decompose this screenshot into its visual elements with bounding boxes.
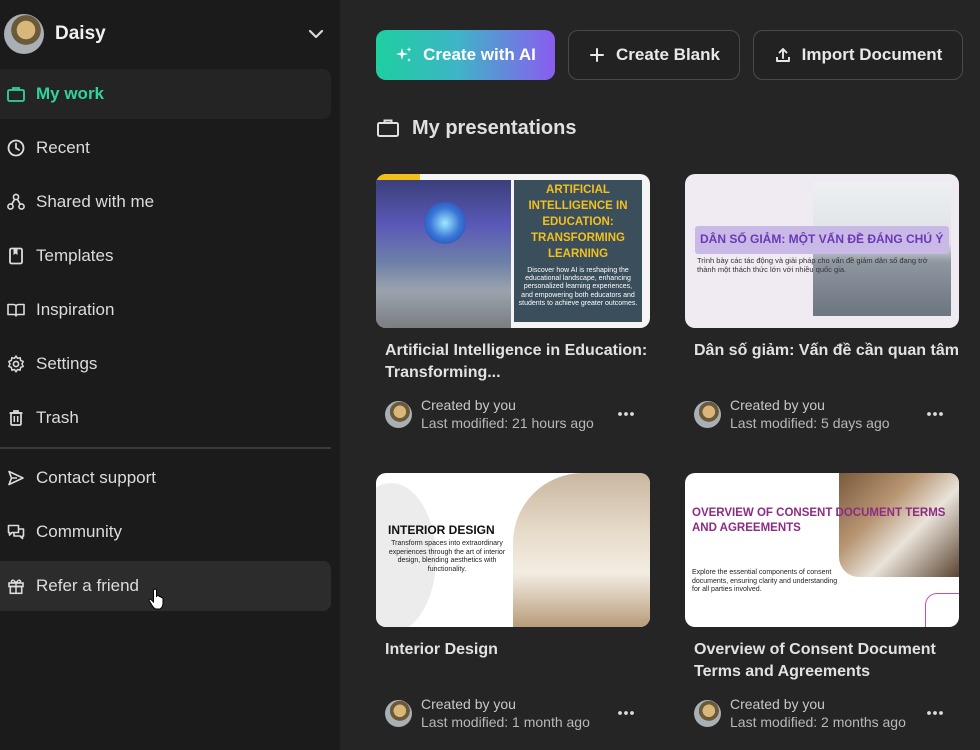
trash-icon — [9, 410, 23, 426]
last-modified: Last modified: 21 hours ago — [421, 415, 594, 431]
thumbnail-title: ARTIFICIAL INTELLIGENCE IN EDUCATION: TR… — [528, 184, 628, 260]
thumbnail-panel: ARTIFICIAL INTELLIGENCE IN EDUCATION: TR… — [514, 180, 642, 322]
sidebar-item-community[interactable]: Community — [0, 507, 331, 557]
avatar — [4, 14, 44, 54]
sidebar-item-contact-support[interactable]: Contact support — [0, 453, 331, 503]
clock-icon — [7, 139, 25, 157]
sidebar-item-templates[interactable]: Templates — [0, 231, 331, 281]
plus-icon — [590, 48, 605, 62]
gear-icon — [8, 355, 24, 373]
sidebar-item-label: Templates — [36, 246, 114, 265]
more-options-icon[interactable] — [615, 702, 637, 724]
presentation-title[interactable]: Dân số giảm: Vấn đề cần quan tâm — [685, 340, 959, 384]
sidebar-item-inspiration[interactable]: Inspiration — [0, 285, 331, 335]
user-name: Daisy — [55, 23, 106, 44]
sidebar-item-label: Inspiration — [36, 300, 115, 319]
presentation-card[interactable]: INTERIOR DESIGN Transform spaces into ex… — [376, 473, 650, 735]
user-menu[interactable]: Daisy — [4, 14, 330, 54]
presentation-title[interactable]: Artificial Intelligence in Education: Tr… — [376, 340, 650, 384]
import-document-button[interactable]: Import Document — [753, 30, 963, 80]
share-nodes-icon — [7, 193, 25, 210]
sidebar-item-label: Trash — [36, 408, 79, 427]
sidebar-item-shared[interactable]: Shared with me — [0, 177, 331, 227]
presentation-title[interactable]: Interior Design — [376, 639, 650, 683]
presentation-title[interactable]: Overview of Consent Document Terms and A… — [685, 639, 959, 683]
meta-text: Created by you Last modified: 2 months a… — [730, 695, 924, 731]
sidebar-item-label: Contact support — [36, 468, 157, 487]
create-with-ai-button[interactable]: Create with AI — [376, 30, 555, 80]
presentation-thumbnail[interactable]: OVERVIEW OF CONSENT DOCUMENT TERMS AND A… — [685, 473, 959, 627]
sidebar-item-label: Shared with me — [36, 192, 155, 211]
last-modified: Last modified: 1 month ago — [421, 714, 590, 730]
more-options-icon[interactable] — [615, 403, 637, 425]
avatar — [694, 400, 721, 428]
thumbnail-body: Trình bày các tác động và giải pháp cho … — [697, 256, 928, 274]
sidebar-item-label: Community — [36, 522, 122, 541]
briefcase-icon — [377, 119, 399, 137]
thumbnail-title: OVERVIEW OF CONSENT DOCUMENT TERMS AND A… — [692, 507, 946, 534]
created-by: Created by you — [730, 696, 825, 712]
meta-text: Created by you Last modified: 1 month ag… — [421, 695, 615, 731]
sidebar-item-label: Settings — [36, 354, 98, 373]
presentation-thumbnail[interactable]: INTERIOR DESIGN Transform spaces into ex… — [376, 473, 650, 627]
section-title-label: My presentations — [412, 116, 577, 139]
thumbnail-body: Explore the essential components of cons… — [692, 569, 838, 594]
presentation-thumbnail[interactable]: DÂN SỐ GIẢM: MỘT VẤN ĐỀ ĐÁNG CHÚ Ý Trình… — [685, 174, 959, 328]
briefcase-icon — [7, 87, 25, 102]
more-options-icon[interactable] — [924, 403, 946, 425]
avatar — [385, 400, 412, 428]
sidebar-item-trash[interactable]: Trash — [0, 393, 331, 443]
meta-text: Created by you Last modified: 5 days ago — [730, 396, 924, 432]
create-blank-label: Create Blank — [616, 45, 720, 64]
meta-text: Created by you Last modified: 21 hours a… — [421, 396, 615, 432]
presentation-thumbnail[interactable]: ARTIFICIAL INTELLIGENCE IN EDUCATION: TR… — [376, 174, 650, 328]
presentation-meta: Created by you Last modified: 5 days ago — [694, 394, 954, 434]
bookmark-icon — [9, 247, 23, 265]
thumbnail-body: Transform spaces into extraordinary expe… — [388, 540, 506, 573]
create-blank-button[interactable]: Create Blank — [568, 30, 740, 80]
created-by: Created by you — [421, 696, 516, 712]
sidebar-item-label: Recent — [36, 138, 90, 157]
gift-icon — [8, 579, 24, 595]
sidebar-divider — [0, 447, 331, 449]
sparkle-icon — [396, 47, 412, 62]
hand-pointer-icon — [148, 588, 164, 610]
sidebar-item-settings[interactable]: Settings — [0, 339, 331, 389]
presentation-meta: Created by you Last modified: 1 month ag… — [385, 693, 645, 733]
last-modified: Last modified: 2 months ago — [730, 714, 906, 730]
sidebar-item-recent[interactable]: Recent — [0, 123, 331, 173]
section-title: My presentations — [376, 114, 576, 142]
send-icon — [8, 470, 24, 486]
thumbnail-photo — [513, 473, 650, 627]
open-book-icon — [7, 303, 25, 317]
create-with-ai-label: Create with AI — [423, 45, 536, 64]
presentation-meta: Created by you Last modified: 21 hours a… — [385, 394, 645, 434]
thumbnail-globe — [424, 202, 466, 244]
upload-icon — [775, 48, 790, 62]
last-modified: Last modified: 5 days ago — [730, 415, 890, 431]
created-by: Created by you — [730, 397, 825, 413]
more-options-icon[interactable] — [924, 702, 946, 724]
presentation-card[interactable]: DÂN SỐ GIẢM: MỘT VẤN ĐỀ ĐÁNG CHÚ Ý Trình… — [685, 174, 959, 436]
created-by: Created by you — [421, 397, 516, 413]
import-document-label: Import Document — [801, 45, 943, 64]
sidebar: Daisy My work Recent Shared with me Temp… — [0, 0, 340, 750]
thumbnail-title: DÂN SỐ GIẢM: MỘT VẤN ĐỀ ĐÁNG CHÚ Ý — [700, 232, 944, 246]
chat-icon — [7, 524, 25, 540]
thumbnail-body: Discover how AI is reshaping the educati… — [518, 267, 638, 307]
sidebar-item-label: Refer a friend — [36, 576, 139, 595]
thumbnail-title: INTERIOR DESIGN — [388, 523, 495, 537]
presentation-card[interactable]: ARTIFICIAL INTELLIGENCE IN EDUCATION: TR… — [376, 174, 650, 436]
sidebar-item-my-work[interactable]: My work — [0, 69, 331, 119]
sidebar-item-label: My work — [36, 84, 105, 103]
avatar — [694, 699, 721, 727]
chevron-down-icon[interactable] — [306, 24, 326, 44]
presentation-meta: Created by you Last modified: 2 months a… — [694, 693, 954, 733]
avatar — [385, 699, 412, 727]
presentation-card[interactable]: OVERVIEW OF CONSENT DOCUMENT TERMS AND A… — [685, 473, 959, 735]
thumbnail-shape — [925, 593, 959, 627]
